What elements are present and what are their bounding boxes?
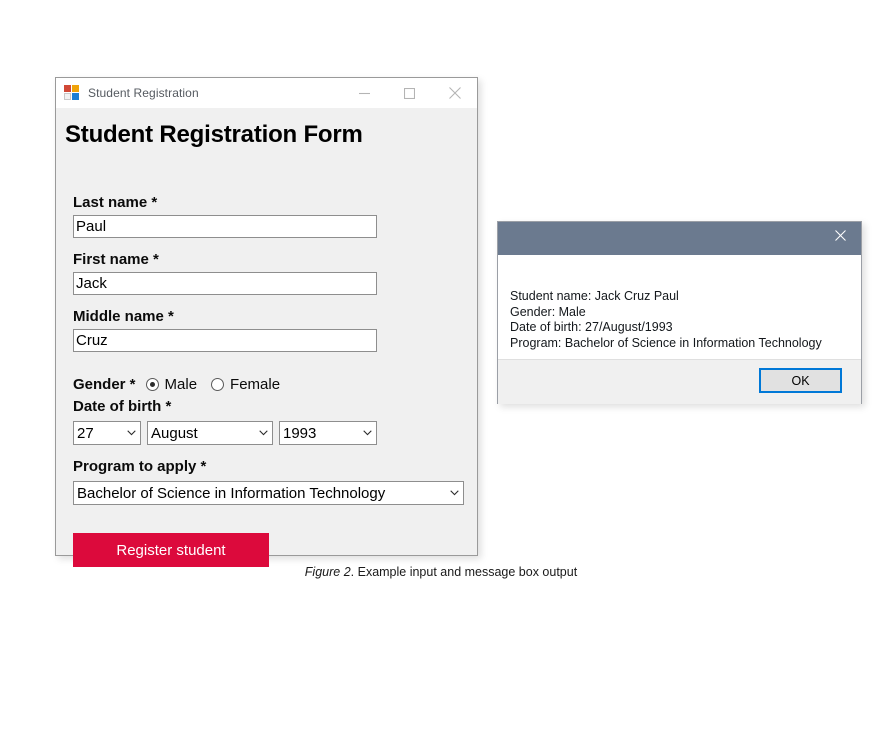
dialog-titlebar[interactable] [498,222,861,255]
minimize-icon[interactable] [342,78,387,108]
gender-row: Gender * Male Female [73,374,294,394]
dialog-message-text: Student name: Jack Cruz Paul Gender: Mal… [510,289,822,350]
figure-caption-text: . Example input and message box output [350,565,578,579]
date-of-birth-label: Date of birth * [73,398,172,415]
gender-radio-male-label: Male [164,375,198,393]
chevron-down-icon [359,430,376,436]
program-select[interactable]: Bachelor of Science in Information Techn… [73,481,464,505]
dob-month-value: August [151,424,198,442]
dob-year-value: 1993 [283,424,317,442]
chevron-down-icon [123,430,140,436]
chevron-down-icon [255,430,272,436]
program-value: Bachelor of Science in Information Techn… [77,484,386,502]
chevron-down-icon [446,490,463,496]
gender-label: Gender * [73,375,136,393]
program-label: Program to apply * [73,458,207,475]
student-registration-window: Student Registration Student Registratio… [55,77,478,567]
gender-radio-female[interactable]: Female [211,376,280,393]
winforms-app-icon [64,85,80,101]
form-body: Student Registration Form Last name * Fi… [56,108,477,567]
page-title: Student Registration Form [65,121,363,148]
dialog-ok-button[interactable]: OK [759,368,842,393]
last-name-input[interactable] [73,215,377,238]
window-title: Student Registration [88,86,199,100]
dob-month-select[interactable]: August [147,421,273,445]
close-icon[interactable] [819,222,861,248]
last-name-label: Last name * [73,194,158,211]
register-student-button[interactable]: Register student [73,533,269,567]
window-titlebar[interactable]: Student Registration [56,78,477,108]
radio-selected-icon [145,377,159,391]
dialog-footer: OK [498,359,861,404]
dob-day-select[interactable]: 27 [73,421,141,445]
figure-caption: Figure 2. Example input and message box … [0,565,882,579]
radio-unselected-icon [211,377,225,391]
dialog-content: Student name: Jack Cruz Paul Gender: Mal… [498,255,861,359]
message-box-dialog: Student name: Jack Cruz Paul Gender: Mal… [497,221,862,404]
close-icon[interactable] [432,78,477,108]
gender-radio-male[interactable]: Male [145,375,198,393]
dob-year-select[interactable]: 1993 [279,421,377,445]
maximize-icon[interactable] [387,78,432,108]
middle-name-input[interactable] [73,329,377,352]
first-name-label: First name * [73,251,159,268]
middle-name-label: Middle name * [73,308,174,325]
first-name-input[interactable] [73,272,377,295]
window-caption-buttons [342,78,477,108]
gender-radio-female-label: Female [230,375,281,393]
figure-number: Figure 2 [304,565,351,579]
dob-day-value: 27 [77,424,94,442]
